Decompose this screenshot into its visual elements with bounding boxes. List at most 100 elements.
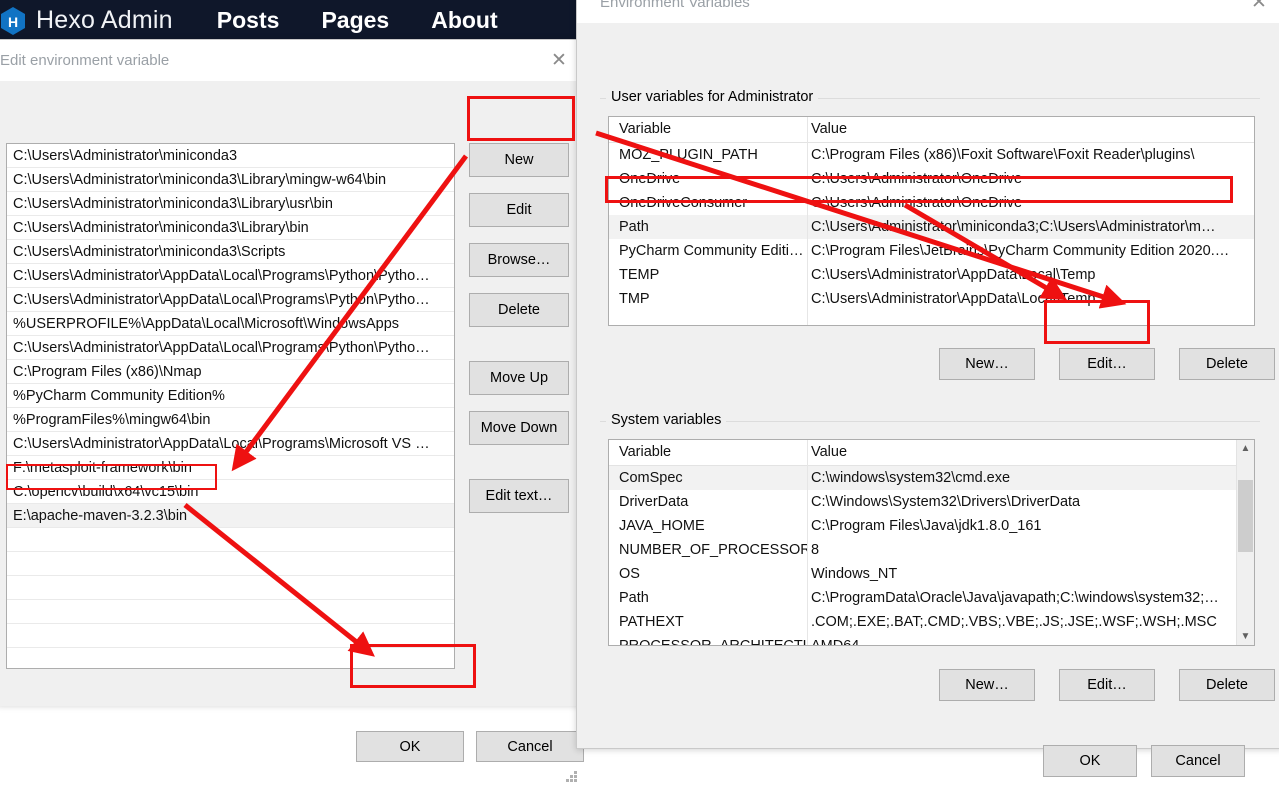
browse-button[interactable]: Browse… — [469, 243, 569, 277]
path-action-buttons: New Edit Browse… Delete Move Up Move Dow… — [469, 143, 569, 529]
path-list-item[interactable]: C:\Users\Administrator\miniconda3\Script… — [7, 240, 454, 264]
path-list-item[interactable]: C:\Users\Administrator\AppData\Local\Pro… — [7, 432, 454, 456]
nav-link-about[interactable]: About — [431, 7, 497, 34]
path-list-item[interactable]: C:\opencv\build\x64\vc15\bin — [7, 480, 454, 504]
path-list-item[interactable]: %ProgramFiles%\mingw64\bin — [7, 408, 454, 432]
path-list-item[interactable]: C:\Users\Administrator\miniconda3\Librar… — [7, 168, 454, 192]
table-row[interactable]: DriverDataC:\Windows\System32\Drivers\Dr… — [609, 490, 1254, 514]
table-row[interactable]: NUMBER_OF_PROCESSORS8 — [609, 538, 1254, 562]
table-row[interactable]: TEMPC:\Users\Administrator\AppData\Local… — [609, 263, 1254, 287]
path-list-empty-row[interactable] — [7, 624, 454, 648]
cell-variable: PATHEXT — [609, 610, 807, 634]
edit-dialog-cancel-button[interactable]: Cancel — [476, 731, 584, 762]
cell-variable: DriverData — [609, 490, 807, 514]
cell-variable: PROCESSOR_ARCHITECTU… — [609, 634, 807, 646]
cell-variable: OneDrive — [609, 167, 807, 191]
path-list-item[interactable]: F:\metasploit-framework\bin — [7, 456, 454, 480]
cell-variable: ComSpec — [609, 466, 807, 490]
table-row[interactable]: PATHEXT.COM;.EXE;.BAT;.CMD;.VBS;.VBE;.JS… — [609, 610, 1254, 634]
column-header-value[interactable]: Value — [807, 117, 1254, 142]
table-header-row: VariableValue — [609, 440, 1254, 466]
path-list-empty-row[interactable] — [7, 648, 454, 669]
system-edit-button[interactable]: Edit… — [1059, 669, 1155, 701]
cell-value: C:\Users\Administrator\AppData\Local\Tem… — [807, 263, 1254, 287]
env-dialog-cancel-button[interactable]: Cancel — [1151, 745, 1245, 777]
column-header-variable[interactable]: Variable — [609, 117, 807, 142]
edit-dialog-ok-button[interactable]: OK — [356, 731, 464, 762]
column-header-value[interactable]: Value — [807, 440, 1254, 465]
new-button[interactable]: New — [469, 143, 569, 177]
table-row[interactable]: JAVA_HOMEC:\Program Files\Java\jdk1.8.0_… — [609, 514, 1254, 538]
close-icon[interactable]: ✕ — [1236, 0, 1279, 23]
table-row[interactable]: OneDriveC:\Users\Administrator\OneDrive — [609, 167, 1254, 191]
edit-dialog-title: Edit environment variable — [0, 52, 536, 69]
edit-text-button[interactable]: Edit text… — [469, 479, 569, 513]
cell-variable: TMP — [609, 287, 807, 311]
env-dialog-ok-button[interactable]: OK — [1043, 745, 1137, 777]
system-new-button[interactable]: New… — [939, 669, 1035, 701]
hexo-hexagon-logo-icon[interactable]: H — [0, 6, 26, 36]
edit-button[interactable]: Edit — [469, 193, 569, 227]
resize-grip-icon[interactable] — [564, 769, 578, 783]
button-group-spacer-2 — [469, 461, 569, 479]
user-variables-group: User variables for Administrator Variabl… — [600, 98, 1260, 333]
system-variables-table[interactable]: VariableValueComSpecC:\windows\system32\… — [608, 439, 1255, 646]
path-list-empty-row[interactable] — [7, 552, 454, 576]
nav-link-pages[interactable]: Pages — [321, 7, 389, 34]
table-row[interactable]: MOZ_PLUGIN_PATHC:\Program Files (x86)\Fo… — [609, 143, 1254, 167]
env-dialog-title: Environment Variables — [577, 0, 1236, 11]
user-new-button[interactable]: New… — [939, 348, 1035, 380]
user-variables-table[interactable]: VariableValueMOZ_PLUGIN_PATHC:\Program F… — [608, 116, 1255, 326]
table-row[interactable]: PROCESSOR_ARCHITECTU…AMD64 — [609, 634, 1254, 646]
path-list-item[interactable]: C:\Users\Administrator\AppData\Local\Pro… — [7, 336, 454, 360]
path-list-item[interactable]: %PyCharm Community Edition% — [7, 384, 454, 408]
path-list-item[interactable]: C:\Users\Administrator\miniconda3\Librar… — [7, 216, 454, 240]
path-list-item[interactable]: C:\Program Files (x86)\Nmap — [7, 360, 454, 384]
table-row[interactable]: PathC:\Users\Administrator\miniconda3;C:… — [609, 215, 1254, 239]
cell-variable: JAVA_HOME — [609, 514, 807, 538]
user-delete-button[interactable]: Delete — [1179, 348, 1275, 380]
path-entries-list[interactable]: C:\Users\Administrator\miniconda3C:\User… — [6, 143, 455, 669]
table-row[interactable]: ComSpecC:\windows\system32\cmd.exe — [609, 466, 1254, 490]
user-variables-buttons: New… Edit… Delete — [939, 348, 1275, 380]
system-delete-button[interactable]: Delete — [1179, 669, 1275, 701]
move-down-button[interactable]: Move Down — [469, 411, 569, 445]
env-dialog-titlebar: Environment Variables ✕ — [577, 0, 1279, 23]
cell-variable: TEMP — [609, 263, 807, 287]
path-list-item[interactable]: E:\apache-maven-3.2.3\bin — [7, 504, 454, 528]
cell-value: C:\Program Files (x86)\Foxit Software\Fo… — [807, 143, 1254, 167]
user-edit-button[interactable]: Edit… — [1059, 348, 1155, 380]
table-row[interactable]: OSWindows_NT — [609, 562, 1254, 586]
table-row[interactable]: OneDriveConsumerC:\Users\Administrator\O… — [609, 191, 1254, 215]
edit-environment-variable-dialog: Edit environment variable ✕ C:\Users\Adm… — [0, 39, 583, 705]
table-row[interactable]: PyCharm Community Editi…C:\Program Files… — [609, 239, 1254, 263]
column-divider[interactable] — [807, 117, 808, 325]
cell-value: C:\ProgramData\Oracle\Java\javapath;C:\w… — [807, 586, 1254, 610]
scrollbar-thumb[interactable] — [1238, 480, 1253, 552]
path-list-empty-row[interactable] — [7, 576, 454, 600]
table-row[interactable]: TMPC:\Users\Administrator\AppData\Local\… — [609, 287, 1254, 311]
path-list-item[interactable]: C:\Users\Administrator\miniconda3 — [7, 144, 454, 168]
cell-value: C:\windows\system32\cmd.exe — [807, 466, 1254, 490]
path-list-item[interactable]: C:\Users\Administrator\miniconda3\Librar… — [7, 192, 454, 216]
column-header-variable[interactable]: Variable — [609, 440, 807, 465]
path-list-item[interactable]: C:\Users\Administrator\AppData\Local\Pro… — [7, 288, 454, 312]
cell-value: C:\Windows\System32\Drivers\DriverData — [807, 490, 1254, 514]
path-list-empty-row[interactable] — [7, 528, 454, 552]
cell-value: 8 — [807, 538, 1254, 562]
delete-button[interactable]: Delete — [469, 293, 569, 327]
chevron-up-icon[interactable]: ▲ — [1237, 440, 1254, 457]
chevron-down-icon[interactable]: ▼ — [1237, 628, 1254, 645]
brand-title[interactable]: Hexo Admin — [36, 6, 173, 35]
cell-value: Windows_NT — [807, 562, 1254, 586]
system-table-scrollbar[interactable]: ▲ ▼ — [1236, 440, 1254, 645]
nav-link-posts[interactable]: Posts — [217, 7, 280, 34]
column-divider[interactable] — [807, 440, 808, 645]
path-list-item[interactable]: %USERPROFILE%\AppData\Local\Microsoft\Wi… — [7, 312, 454, 336]
environment-variables-dialog: Environment Variables ✕ User variables f… — [576, 0, 1279, 749]
cell-value: C:\Users\Administrator\miniconda3;C:\Use… — [807, 215, 1254, 239]
move-up-button[interactable]: Move Up — [469, 361, 569, 395]
table-row[interactable]: PathC:\ProgramData\Oracle\Java\javapath;… — [609, 586, 1254, 610]
path-list-empty-row[interactable] — [7, 600, 454, 624]
path-list-item[interactable]: C:\Users\Administrator\AppData\Local\Pro… — [7, 264, 454, 288]
